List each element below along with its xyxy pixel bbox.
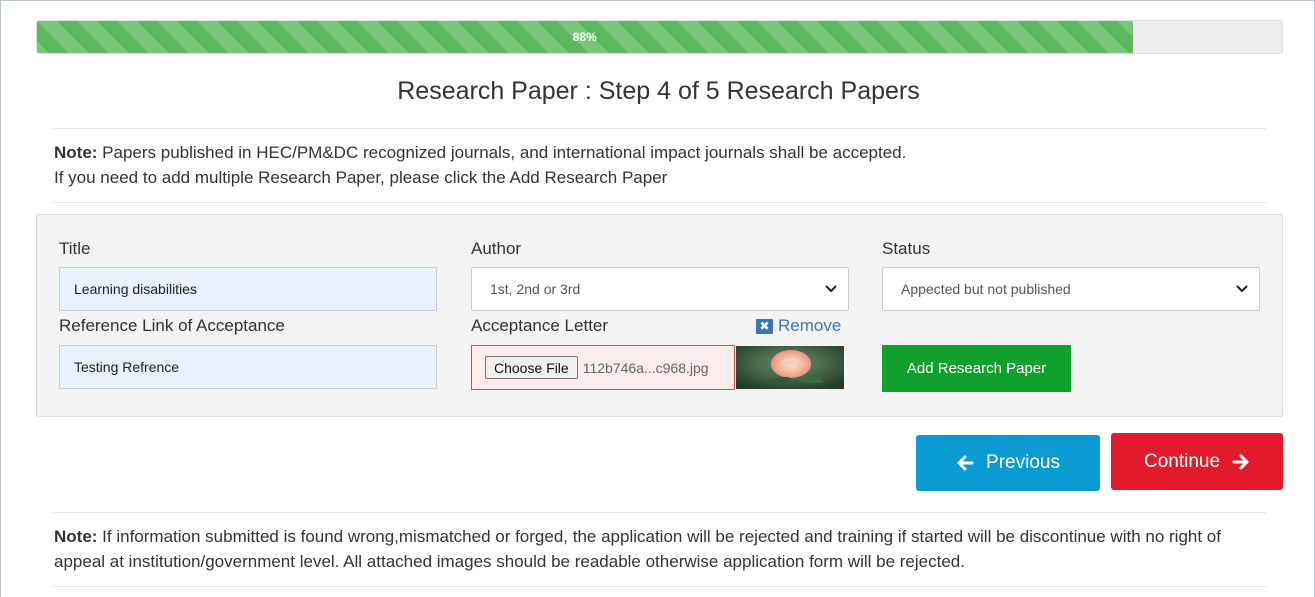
divider [53, 586, 1266, 587]
acceptance-letter-thumbnail [736, 346, 844, 389]
remove-label: Remove [778, 316, 842, 335]
divider [53, 512, 1266, 513]
reference-link-input[interactable]: Testing Refrence [59, 345, 437, 389]
note-top-line1: Papers published in HEC/PM&DC recognized… [97, 143, 907, 162]
close-square-icon: ✖ [756, 318, 773, 334]
arrow-right-icon [1232, 453, 1250, 471]
status-label: Status [882, 239, 931, 258]
previous-button[interactable]: Previous [916, 435, 1100, 491]
reference-link-value: Testing Refrence [74, 359, 180, 375]
divider [53, 128, 1266, 129]
note-bottom-bold: Note: [54, 527, 98, 546]
add-research-paper-button[interactable]: Add Research Paper [882, 345, 1071, 392]
note-bottom-text: If information submitted is found wrong,… [54, 527, 1221, 571]
author-select-value: 1st, 2nd or 3rd [490, 281, 581, 297]
acceptance-letter-file-input[interactable]: Choose File 112b746a...c968.jpg [471, 345, 735, 390]
title-input[interactable]: Learning disabilities [59, 267, 437, 311]
previous-label: Previous [986, 452, 1060, 473]
choose-file-button[interactable]: Choose File [485, 356, 578, 379]
title-input-value: Learning disabilities [74, 281, 197, 297]
progress-bar: 88% [36, 20, 1283, 54]
file-name: 112b746a...c968.jpg [582, 359, 709, 376]
title-label: Title [59, 239, 91, 258]
status-select-value: Appected but not published [901, 281, 1071, 297]
author-select[interactable]: 1st, 2nd or 3rd [471, 267, 849, 311]
continue-button[interactable]: Continue [1111, 433, 1283, 490]
arrow-left-icon [956, 454, 974, 472]
note-bottom: Note: If information submitted is found … [54, 524, 1264, 574]
page-title: Research Paper : Step 4 of 5 Research Pa… [397, 77, 920, 105]
reference-link-label: Reference Link of Acceptance [59, 316, 285, 335]
acceptance-letter-label: Acceptance Letter [471, 316, 609, 335]
note-top-line2: If you need to add multiple Research Pap… [54, 168, 668, 187]
author-label: Author [471, 239, 522, 258]
progress-label: 88% [572, 30, 597, 44]
chevron-down-icon [824, 280, 838, 298]
divider [53, 202, 1266, 203]
note-top: Note: Papers published in HEC/PM&DC reco… [54, 140, 1264, 190]
status-select[interactable]: Appected but not published [882, 267, 1260, 311]
progress-fill: 88% [37, 21, 1133, 53]
chevron-down-icon [1235, 280, 1249, 298]
continue-label: Continue [1143, 450, 1221, 472]
remove-file-button[interactable]: ✖ Remove [756, 316, 841, 336]
note-top-bold: Note: [54, 143, 98, 162]
